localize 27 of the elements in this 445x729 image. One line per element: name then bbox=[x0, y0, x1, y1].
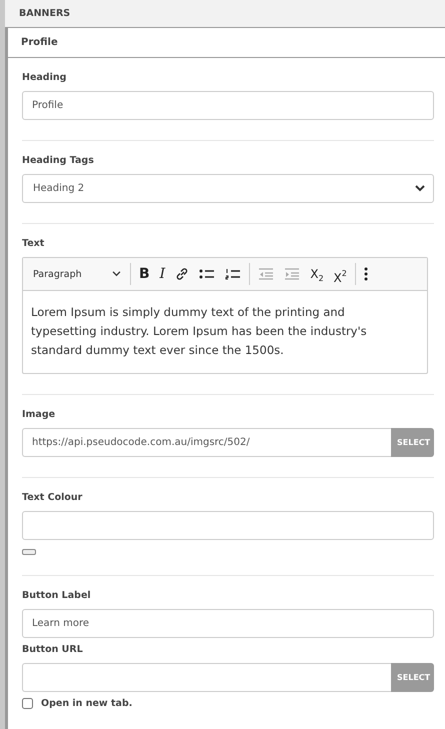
italic-button[interactable]: I bbox=[154, 263, 170, 285]
field-label: Button Label bbox=[22, 590, 92, 601]
url-field[interactable] bbox=[22, 663, 391, 692]
field-label: Heading Tags bbox=[22, 155, 95, 166]
panel-title: BANNERS bbox=[19, 8, 70, 19]
field-label: Text Colour bbox=[22, 492, 84, 503]
script-button[interactable]: X$_{2}$ bbox=[305, 263, 329, 285]
colour-swatch[interactable] bbox=[22, 549, 36, 555]
chevron-down-icon bbox=[415, 185, 425, 192]
bold-button[interactable]: B bbox=[134, 263, 155, 285]
checkbox[interactable] bbox=[22, 698, 33, 709]
item-header[interactable]: Profile bbox=[8, 27, 445, 58]
item-title: Profile bbox=[21, 37, 58, 48]
field-label: Text bbox=[22, 238, 46, 249]
select-field[interactable]: Heading 2 bbox=[22, 174, 434, 203]
colour-field[interactable] bbox=[22, 511, 434, 540]
field-label: Button URL bbox=[22, 644, 84, 655]
chevron-down-icon bbox=[112, 271, 121, 277]
checkbox-label: Open in new tab. bbox=[41, 698, 132, 709]
editor-text[interactable]: Lorem Ipsum is simply dummy text of the printing and typesetting industry. Lorem Ipsum has been the industry's standard dummy text ever since the 1500s. bbox=[23, 291, 427, 373]
field-label: Image bbox=[22, 409, 56, 420]
input-field[interactable]: Profile bbox=[22, 91, 434, 120]
url-field[interactable]: https://api.pseudocode.com.au/imgsrc/502/ bbox=[22, 428, 391, 457]
script-button[interactable]: X$^{2}$ bbox=[328, 263, 352, 285]
format-dropdown[interactable]: Paragraph bbox=[27, 268, 127, 280]
input-field[interactable]: Learn more bbox=[22, 609, 434, 638]
field-label: Heading bbox=[22, 72, 68, 83]
